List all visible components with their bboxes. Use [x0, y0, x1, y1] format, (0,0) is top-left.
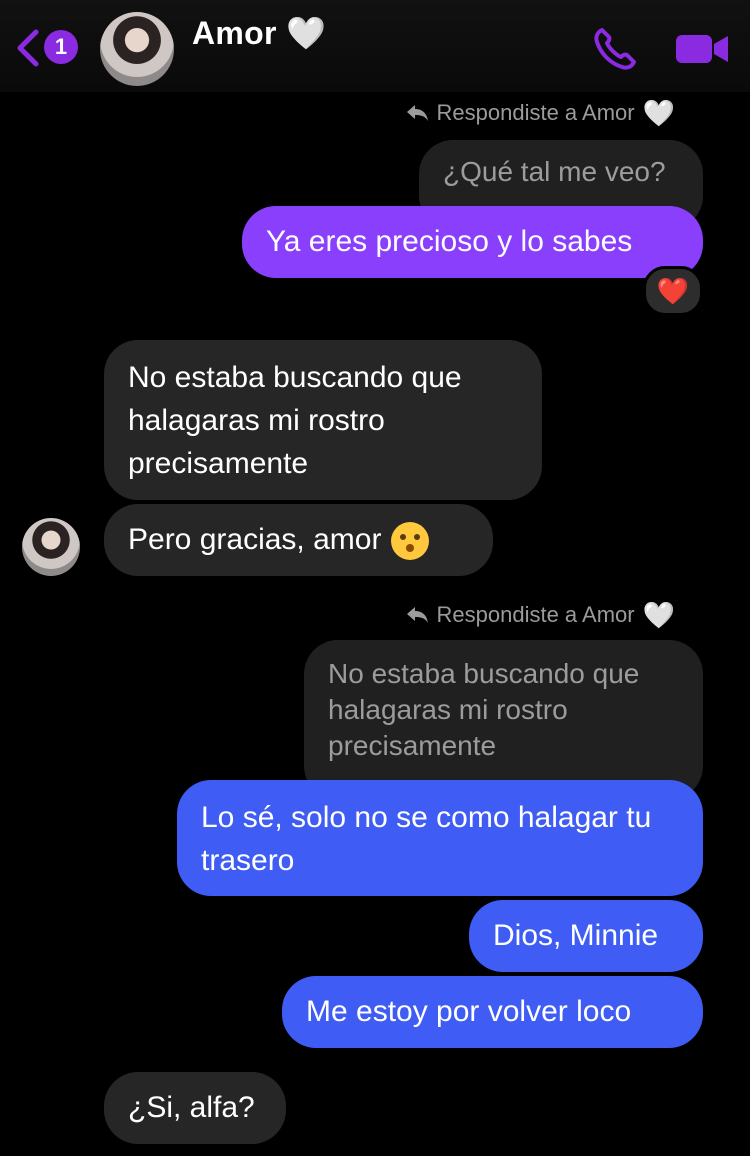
chat-header: 1 Amor 🤍: [0, 0, 750, 92]
white-heart-icon: 🤍: [642, 98, 675, 128]
reply-arrow-icon: [406, 607, 428, 623]
reply-arrow-icon: [406, 105, 428, 121]
sent-message[interactable]: Ya eres precioso y lo sabes: [242, 206, 703, 278]
sent-message[interactable]: Lo sé, solo no se como halagar tu traser…: [177, 780, 703, 896]
white-heart-icon: 🤍: [642, 600, 675, 630]
sent-message[interactable]: Dios, Minnie: [469, 900, 703, 972]
received-message[interactable]: Pero gracias, amor: [104, 504, 493, 576]
unread-count-badge: 1: [44, 30, 78, 64]
back-button[interactable]: 1: [14, 26, 84, 70]
received-message[interactable]: ¿Si, alfa?: [104, 1072, 286, 1144]
reply-note-text: Respondiste a Amor: [436, 100, 635, 125]
reply-context-note: Respondiste a Amor 🤍: [405, 100, 675, 126]
reply-note-text: Respondiste a Amor: [436, 602, 635, 627]
reply-context-note: Respondiste a Amor 🤍: [405, 602, 675, 628]
received-message-text: Pero gracias, amor: [128, 523, 382, 556]
video-camera-icon[interactable]: [674, 30, 730, 68]
contact-avatar-small[interactable]: [22, 518, 80, 576]
kissing-face-icon: [391, 522, 430, 561]
received-message[interactable]: No estaba buscando que halagaras mi rost…: [104, 340, 542, 500]
heart-reaction[interactable]: ❤️: [643, 266, 703, 316]
sent-message[interactable]: Me estoy por volver loco: [282, 976, 703, 1048]
contact-avatar[interactable]: [100, 12, 174, 86]
quoted-message[interactable]: No estaba buscando que halagaras mi rost…: [304, 640, 703, 800]
phone-icon[interactable]: [592, 26, 638, 72]
contact-name[interactable]: Amor 🤍: [192, 14, 326, 52]
chevron-left-icon: [17, 29, 39, 67]
